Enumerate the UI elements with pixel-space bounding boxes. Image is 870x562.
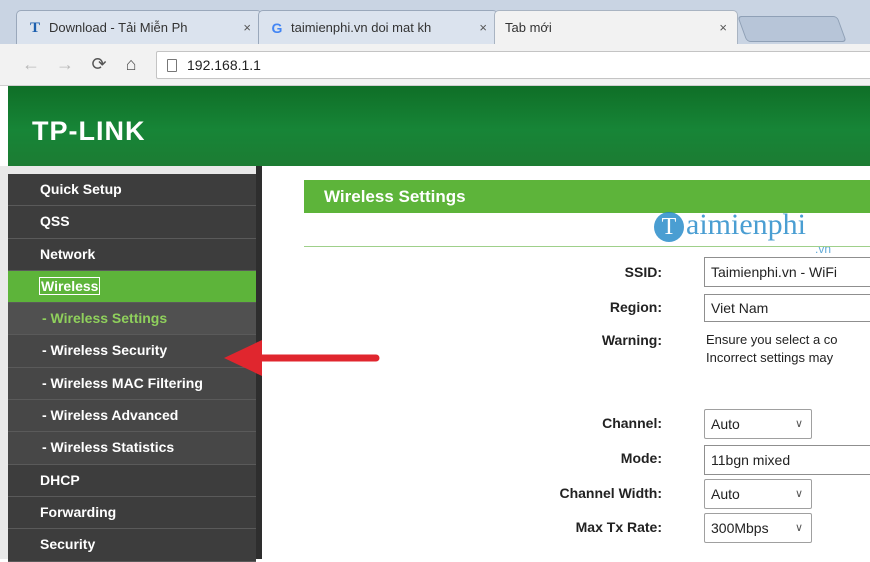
page-icon bbox=[167, 58, 177, 72]
mode-select[interactable]: 11bgn mixed bbox=[704, 445, 870, 475]
region-select[interactable]: Viet Nam bbox=[704, 294, 870, 322]
max-tx-rate-label: Max Tx Rate: bbox=[575, 519, 662, 535]
watermark-suffix: .vn bbox=[815, 242, 832, 256]
chevron-down-icon: ∨ bbox=[794, 522, 803, 534]
warning-text-line2: Incorrect settings may bbox=[706, 350, 834, 365]
channel-width-value: Auto bbox=[711, 486, 740, 502]
browser-tab-new[interactable]: Tab mới × bbox=[494, 10, 738, 44]
ssid-input[interactable]: Taimienphi.vn - WiFi bbox=[704, 257, 870, 287]
browser-tab-bar: T Download - Tải Miễn Ph × G taimienphi.… bbox=[0, 0, 870, 44]
google-favicon-icon: G bbox=[271, 19, 283, 36]
sidebar-menu: Quick Setup QSS Network Wireless - Wirel… bbox=[8, 174, 256, 562]
max-tx-rate-value: 300Mbps bbox=[711, 520, 769, 536]
browser-tab-google[interactable]: G taimienphi.vn doi mat kh × bbox=[258, 10, 498, 44]
mode-label: Mode: bbox=[620, 450, 662, 466]
sidebar-item-wireless-settings[interactable]: - Wireless Settings bbox=[8, 303, 256, 336]
browser-tab-download[interactable]: T Download - Tải Miễn Ph × bbox=[16, 10, 262, 44]
tab-title: taimienphi.vn doi mat kh bbox=[291, 20, 432, 35]
sidebar-item-qss[interactable]: QSS bbox=[8, 206, 256, 239]
channel-select[interactable]: Auto ∨ bbox=[704, 409, 812, 439]
sidebar-item-wireless-statistics[interactable]: - Wireless Statistics bbox=[8, 432, 256, 465]
section-divider bbox=[304, 246, 870, 247]
browser-toolbar: ← → ⟳ ⌂ 192.168.1.1 bbox=[0, 44, 870, 86]
sidebar-item-dhcp[interactable]: DHCP bbox=[8, 464, 256, 497]
chevron-down-icon: ∨ bbox=[794, 418, 803, 430]
tab-title: Download - Tải Miễn Ph bbox=[49, 20, 188, 35]
watermark-letter: T bbox=[654, 212, 684, 242]
address-url: 192.168.1.1 bbox=[187, 57, 261, 73]
close-icon[interactable]: × bbox=[719, 20, 727, 35]
close-icon[interactable]: × bbox=[479, 20, 487, 35]
new-tab-button[interactable] bbox=[737, 16, 847, 42]
forward-icon[interactable]: → bbox=[54, 53, 76, 75]
chevron-down-icon: ∨ bbox=[794, 488, 803, 500]
region-label: Region: bbox=[609, 299, 662, 315]
warning-text-line1: Ensure you select a co bbox=[706, 332, 838, 347]
sidebar-item-wireless-security[interactable]: - Wireless Security bbox=[8, 335, 256, 368]
channel-width-select[interactable]: Auto ∨ bbox=[704, 479, 812, 509]
sidebar-item-network[interactable]: Network bbox=[8, 238, 256, 271]
channel-value: Auto bbox=[711, 416, 740, 432]
sidebar-item-forwarding[interactable]: Forwarding bbox=[8, 496, 256, 530]
sidebar-item-security[interactable]: Security bbox=[8, 529, 256, 562]
address-bar[interactable]: 192.168.1.1 bbox=[156, 51, 870, 79]
max-tx-rate-select[interactable]: 300Mbps ∨ bbox=[704, 513, 812, 543]
channel-label: Channel: bbox=[602, 415, 662, 431]
tp-link-logo: TP-LINK bbox=[32, 116, 146, 146]
sidebar-item-wireless-mac-filtering[interactable]: - Wireless MAC Filtering bbox=[8, 367, 256, 401]
warning-label: Warning: bbox=[601, 332, 662, 348]
reload-icon[interactable]: ⟳ bbox=[88, 53, 110, 75]
router-banner: TP-LINK bbox=[8, 86, 870, 166]
sidebar-item-wireless-advanced[interactable]: - Wireless Advanced bbox=[8, 400, 256, 433]
back-icon[interactable]: ← bbox=[20, 53, 42, 75]
tp-favicon-icon: T bbox=[29, 19, 40, 36]
red-arrow-icon bbox=[224, 340, 380, 376]
channel-width-label: Channel Width: bbox=[559, 485, 662, 501]
sidebar-item-label: Wireless bbox=[38, 276, 101, 295]
sidebar-item-quick-setup[interactable]: Quick Setup bbox=[8, 174, 256, 207]
home-icon[interactable]: ⌂ bbox=[120, 53, 142, 75]
ssid-label: SSID: bbox=[624, 264, 662, 280]
watermark-brand: aimienphi bbox=[686, 208, 806, 241]
tab-title: Tab mới bbox=[505, 20, 552, 35]
watermark-logo: Taimienphi bbox=[654, 208, 806, 242]
sidebar-item-wireless[interactable]: Wireless bbox=[8, 270, 256, 304]
close-icon[interactable]: × bbox=[243, 20, 251, 35]
